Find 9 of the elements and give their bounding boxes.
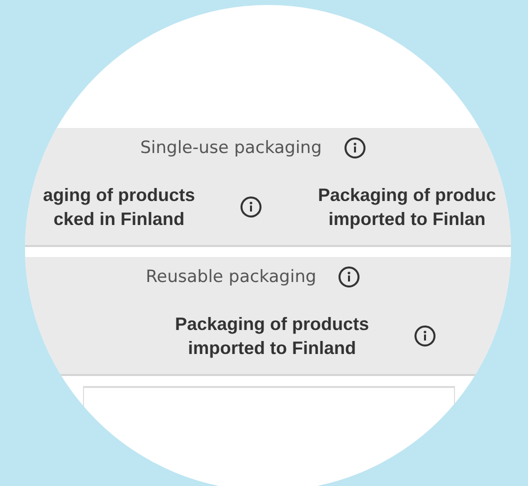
info-icon[interactable] bbox=[344, 137, 366, 159]
column-heading: Packaging of produc imported to Finlan bbox=[318, 184, 496, 230]
column-heading: aging of products cked in Finland bbox=[43, 184, 195, 230]
info-icon[interactable] bbox=[414, 324, 436, 346]
info-icon[interactable] bbox=[338, 266, 360, 288]
column-heading: Packaging of products imported to Finland bbox=[174, 312, 370, 360]
group-heading: Reusable packaging bbox=[146, 267, 316, 287]
group-heading: Single-use packaging bbox=[140, 138, 322, 158]
info-icon[interactable] bbox=[240, 196, 262, 218]
